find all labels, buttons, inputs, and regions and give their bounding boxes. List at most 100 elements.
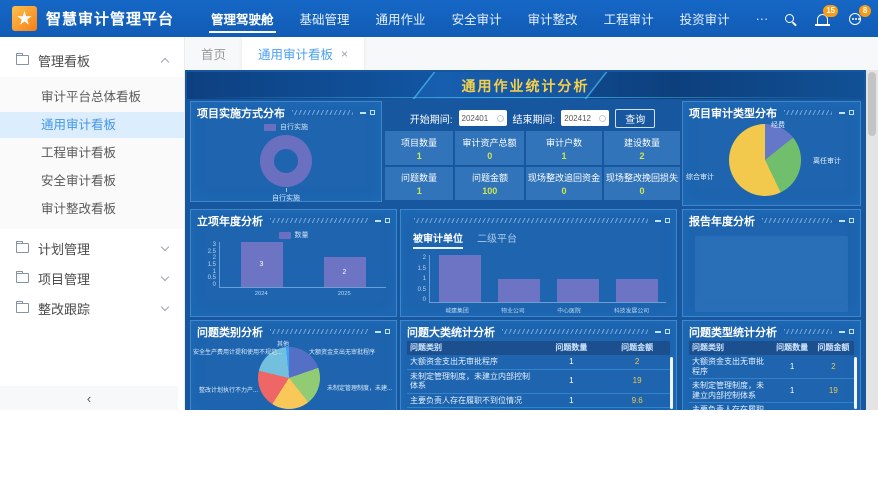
legend-swatch bbox=[279, 232, 291, 239]
nav-item[interactable]: 基础管理 bbox=[287, 0, 363, 37]
start-period-input[interactable]: 202401 bbox=[459, 110, 507, 126]
panel-minimize-icon[interactable] bbox=[839, 220, 845, 222]
sidebar-section[interactable]: 整改跟踪 bbox=[0, 293, 184, 323]
panel-title: 问题类别分析 bbox=[197, 324, 263, 340]
dashboard-scrollbar[interactable] bbox=[866, 70, 878, 410]
notifications-bell-icon[interactable]: 15 bbox=[814, 11, 830, 27]
panel-minimize-icon[interactable] bbox=[839, 331, 845, 333]
stat-card[interactable]: 现场整改追回资金0 bbox=[526, 167, 602, 201]
folder-icon bbox=[16, 273, 29, 283]
search-icon[interactable] bbox=[781, 11, 797, 27]
stat-card[interactable]: 建设数量2 bbox=[604, 131, 680, 165]
nav-item[interactable]: 审计整改 bbox=[515, 0, 591, 37]
donut-chart bbox=[260, 135, 312, 187]
panel-minimize-icon[interactable] bbox=[655, 331, 661, 333]
chart-legend: 自行实施 bbox=[191, 122, 381, 132]
tab-second-platform[interactable]: 二级平台 bbox=[477, 230, 517, 249]
dashboard: 通用作业统计分析 项目实施方式分布 自行实施 自行实施 开始期间: 202401 bbox=[185, 70, 866, 410]
legend-label: 数量 bbox=[295, 230, 309, 240]
sidebar-item[interactable]: 通用审计看板 bbox=[0, 112, 184, 138]
panel-minimize-icon[interactable] bbox=[375, 220, 381, 222]
panel-maximize-icon[interactable] bbox=[849, 329, 854, 334]
stat-card[interactable]: 问题数量1 bbox=[385, 167, 453, 201]
message-badge: 8 bbox=[859, 5, 871, 17]
panel-minimize-icon[interactable] bbox=[360, 112, 366, 114]
star-icon bbox=[17, 11, 32, 26]
nav-item[interactable]: 投资审计 bbox=[667, 0, 743, 37]
tab[interactable]: 首页 bbox=[185, 37, 242, 70]
panel-minimize-icon[interactable] bbox=[655, 220, 661, 222]
messages-icon[interactable]: 8 bbox=[847, 11, 863, 27]
panel-hatch-decor bbox=[414, 218, 648, 223]
panel-maximize-icon[interactable] bbox=[665, 329, 670, 334]
dashboard-title: 通用作业统计分析 bbox=[462, 76, 590, 96]
donut-slice-label: 自行实施 bbox=[191, 188, 381, 202]
stat-card[interactable]: 项目数量1 bbox=[385, 131, 453, 165]
app-logo-icon bbox=[12, 6, 37, 31]
sidebar-section[interactable]: 计划管理 bbox=[0, 233, 184, 263]
sidebar-section[interactable]: 管理看板 bbox=[0, 45, 184, 75]
panel-title: 项目审计类型分布 bbox=[689, 105, 777, 121]
stat-card[interactable]: 现场整改挽回损失0 bbox=[604, 167, 680, 201]
pie-label: 大额资金支出无审批程序 bbox=[309, 347, 375, 356]
main-nav: 管理驾驶舱基础管理通用作业安全审计审计整改工程审计投资审计··· bbox=[198, 0, 781, 37]
stat-card[interactable]: 审计资产总额0 bbox=[455, 131, 523, 165]
sidebar-item[interactable]: 工程审计看板 bbox=[0, 140, 184, 166]
nav-item[interactable]: 通用作业 bbox=[363, 0, 439, 37]
sidebar-item[interactable]: 审计整改看板 bbox=[0, 196, 184, 222]
notification-badge: 15 bbox=[823, 5, 838, 17]
table-row: 未制定管理制度，未建立内部控制体系119 bbox=[407, 370, 670, 394]
sidebar-item[interactable]: 安全审计看板 bbox=[0, 168, 184, 194]
panel-minimize-icon[interactable] bbox=[375, 331, 381, 333]
nav-item[interactable]: 工程审计 bbox=[591, 0, 667, 37]
panel-maximize-icon[interactable] bbox=[665, 218, 670, 223]
nav-item[interactable]: ··· bbox=[743, 0, 782, 37]
panel-maximize-icon[interactable] bbox=[385, 218, 390, 223]
panel-title: 问题类型统计分析 bbox=[689, 324, 777, 340]
tab[interactable]: 通用审计看板× bbox=[242, 37, 364, 70]
table-scrollbar[interactable] bbox=[670, 357, 673, 409]
stat-card[interactable]: 问题金额100 bbox=[455, 167, 523, 201]
empty-chart-area bbox=[695, 236, 848, 312]
bar bbox=[439, 255, 481, 302]
panel-title: 立项年度分析 bbox=[197, 213, 263, 229]
folder-icon bbox=[16, 303, 29, 313]
folder-icon bbox=[16, 55, 29, 65]
bar bbox=[616, 279, 658, 303]
nav-item[interactable]: 管理驾驶舱 bbox=[198, 0, 287, 37]
panel-maximize-icon[interactable] bbox=[849, 110, 854, 115]
pie-chart bbox=[258, 347, 320, 409]
panel-maximize-icon[interactable] bbox=[385, 329, 390, 334]
sidebar-section[interactable]: 项目管理 bbox=[0, 263, 184, 293]
chart-legend: 数量 bbox=[191, 230, 396, 240]
table-row: 大额资金支出无审批程序12 bbox=[689, 355, 854, 379]
table-scrollbar[interactable] bbox=[854, 357, 857, 409]
tab-audited-unit[interactable]: 被审计单位 bbox=[413, 230, 463, 249]
panel-hatch-decor bbox=[292, 110, 353, 115]
stat-card-grid: 项目数量1审计资产总额0审计户数1建设数量2 问题数量1问题金额100现场整改追回… bbox=[385, 131, 680, 200]
panel-hatch-decor bbox=[270, 218, 368, 223]
close-icon[interactable]: × bbox=[341, 47, 348, 61]
bar bbox=[557, 279, 599, 303]
end-period-input[interactable]: 202412 bbox=[561, 110, 609, 126]
scrollbar-thumb[interactable] bbox=[868, 72, 876, 136]
panel-maximize-icon[interactable] bbox=[849, 218, 854, 223]
tab-bar: 首页通用审计看板× bbox=[185, 37, 878, 70]
clear-icon[interactable] bbox=[599, 115, 606, 122]
collapse-chevron-icon: ‹ bbox=[87, 391, 91, 406]
clear-icon[interactable] bbox=[497, 115, 504, 122]
table-row: 主要负责人存在履职不到位情况19.6 bbox=[407, 394, 670, 409]
panel-minimize-icon[interactable] bbox=[839, 112, 845, 114]
sidebar-item[interactable]: 审计平台总体看板 bbox=[0, 84, 184, 110]
pie-chart-area: 经费 离任审计 综合审计 bbox=[683, 120, 860, 204]
panel-maximize-icon[interactable] bbox=[370, 110, 375, 115]
sidebar-collapse-button[interactable]: ‹ bbox=[0, 386, 178, 410]
chart-tabs: 被审计单位 二级平台 bbox=[401, 228, 676, 253]
legend-swatch bbox=[264, 124, 276, 131]
stat-card[interactable]: 审计户数1 bbox=[526, 131, 602, 165]
panel-hatch-decor bbox=[270, 329, 368, 334]
bar: 3 bbox=[241, 242, 283, 287]
panel-issue-major-table: 问题大类统计分析 问题类别问题数量问题金额大额资金支出无审批程序12未制定管理制… bbox=[400, 320, 677, 410]
nav-item[interactable]: 安全审计 bbox=[439, 0, 515, 37]
search-button[interactable]: 查询 bbox=[615, 109, 655, 128]
